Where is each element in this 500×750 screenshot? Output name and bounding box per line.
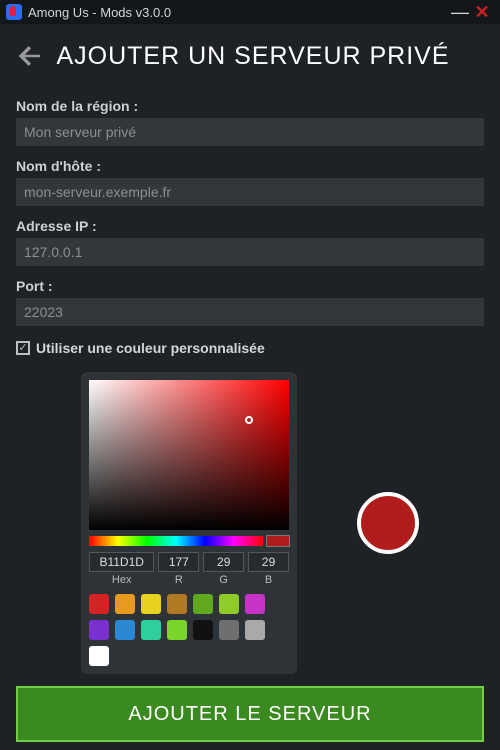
- form: Nom de la région : Nom d'hôte : Adresse …: [0, 80, 500, 674]
- green-input[interactable]: [203, 552, 244, 572]
- sv-cursor[interactable]: [245, 416, 253, 424]
- red-input[interactable]: [158, 552, 199, 572]
- swatch[interactable]: [141, 594, 161, 614]
- swatch[interactable]: [245, 594, 265, 614]
- use-custom-color-checkbox[interactable]: ✓ Utiliser une couleur personnalisée: [16, 340, 484, 356]
- hostname-label: Nom d'hôte :: [16, 158, 484, 174]
- header: AJOUTER UN SERVEUR PRIVÉ: [0, 24, 500, 80]
- blue-label: B: [265, 574, 272, 586]
- window-title: Among Us - Mods v3.0.0: [28, 5, 171, 20]
- green-label: G: [219, 574, 228, 586]
- hex-label: Hex: [112, 574, 132, 586]
- port-input[interactable]: [16, 298, 484, 326]
- hex-input[interactable]: [89, 552, 154, 572]
- current-hue-swatch: [267, 536, 289, 546]
- arrow-left-icon: [15, 41, 45, 71]
- red-label: R: [175, 574, 183, 586]
- minimize-button[interactable]: —: [450, 6, 470, 18]
- blue-input[interactable]: [248, 552, 289, 572]
- region-name-input[interactable]: [16, 118, 484, 146]
- swatch[interactable]: [167, 620, 187, 640]
- titlebar: Among Us - Mods v3.0.0 — ✕: [0, 0, 500, 24]
- preset-swatches: [89, 594, 289, 666]
- back-button[interactable]: [12, 38, 48, 74]
- swatch[interactable]: [89, 620, 109, 640]
- swatch[interactable]: [141, 620, 161, 640]
- swatch[interactable]: [219, 594, 239, 614]
- region-name-label: Nom de la région :: [16, 98, 484, 114]
- swatch[interactable]: [193, 594, 213, 614]
- swatch[interactable]: [193, 620, 213, 640]
- hostname-input[interactable]: [16, 178, 484, 206]
- app-icon: [6, 4, 22, 20]
- saturation-value-area[interactable]: [89, 380, 289, 530]
- swatch[interactable]: [219, 620, 239, 640]
- ip-address-input[interactable]: [16, 238, 484, 266]
- swatch[interactable]: [89, 594, 109, 614]
- use-custom-color-label: Utiliser une couleur personnalisée: [36, 340, 265, 356]
- port-label: Port :: [16, 278, 484, 294]
- color-preview: [357, 492, 419, 554]
- page-title: AJOUTER UN SERVEUR PRIVÉ: [48, 42, 488, 71]
- swatch[interactable]: [167, 594, 187, 614]
- ip-address-label: Adresse IP :: [16, 218, 484, 234]
- close-button[interactable]: ✕: [470, 2, 494, 23]
- checkbox-icon: ✓: [16, 341, 30, 355]
- swatch[interactable]: [115, 594, 135, 614]
- swatch[interactable]: [89, 646, 109, 666]
- color-picker: Hex R G B: [81, 372, 297, 674]
- add-server-button[interactable]: AJOUTER LE SERVEUR: [16, 686, 484, 742]
- hue-slider[interactable]: [89, 536, 263, 546]
- swatch[interactable]: [115, 620, 135, 640]
- swatch[interactable]: [245, 620, 265, 640]
